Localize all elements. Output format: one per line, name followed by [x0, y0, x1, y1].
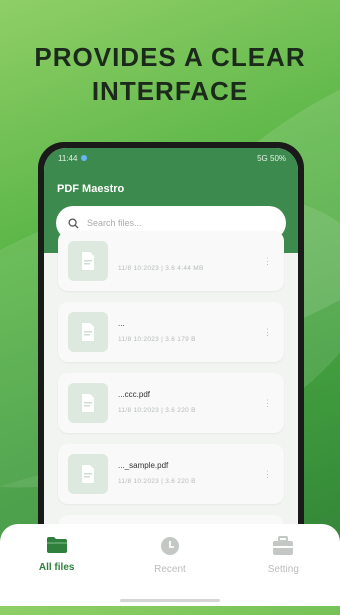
search-icon	[68, 217, 79, 229]
search-input[interactable]	[85, 217, 239, 229]
file-thumbnail	[68, 241, 108, 281]
more-options-icon[interactable]: ⋮	[263, 328, 272, 337]
file-card[interactable]: ...ccc.pdf 11/8 10:2023 | 3.6 220 B ⋮	[58, 373, 284, 433]
tab-label: All files	[38, 562, 75, 573]
document-icon	[82, 465, 94, 483]
file-thumbnail	[68, 383, 108, 423]
headline-line-1: PROVIDES A CLEAR	[34, 42, 306, 72]
document-icon	[82, 323, 94, 341]
tab-label: Setting	[267, 564, 299, 575]
tab-all-files[interactable]: All files	[0, 524, 113, 606]
toolbox-icon	[273, 536, 294, 555]
file-meta: 11/8 10:2023 | 3.6 179 B	[118, 336, 196, 343]
file-name: ...ccc.pdf	[118, 390, 151, 399]
tab-setting[interactable]: Setting	[227, 524, 340, 606]
document-icon	[82, 252, 94, 270]
tab-label: Recent	[154, 564, 186, 575]
app-title: PDF Maestro	[57, 183, 125, 195]
document-icon	[82, 394, 94, 412]
status-indicators: 5G 50%	[257, 153, 286, 163]
file-list[interactable]: 11/8 10:2023 | 3.6 4:44 MB ⋮ ... 11/8 10…	[52, 231, 290, 562]
more-options-icon[interactable]: ⋮	[263, 399, 272, 408]
status-time: 11:44	[58, 153, 78, 163]
phone-frame: 11:44 5G 50% PDF Maestro Search files...…	[38, 142, 304, 562]
bottom-tab-bar: All files Recent Setting	[0, 524, 340, 606]
notification-icon	[81, 155, 88, 161]
file-meta: 11/8 10:2023 | 3.6 4:44 MB	[118, 265, 204, 272]
folder-icon	[46, 537, 67, 553]
file-card[interactable]: 11/8 10:2023 | 3.6 4:44 MB ⋮	[58, 231, 284, 291]
file-card[interactable]: ..._sample.pdf 11/8 10:2023 | 3.6 220 B …	[58, 444, 284, 504]
file-name: ..._sample.pdf	[118, 461, 169, 470]
file-meta: 11/8 10:2023 | 3.6 220 B	[118, 407, 196, 414]
home-indicator	[120, 599, 220, 602]
clock-icon	[160, 537, 179, 555]
file-meta: 11/8 10:2023 | 3.6 220 B	[118, 478, 196, 485]
phone-screen: 11:44 5G 50% PDF Maestro Search files...…	[44, 148, 298, 562]
promo-headline: PROVIDES A CLEAR INTERFACE	[0, 40, 340, 108]
status-bar: 11:44 5G 50%	[44, 148, 298, 168]
file-thumbnail	[68, 312, 108, 352]
file-thumbnail	[68, 454, 108, 494]
more-options-icon[interactable]: ⋮	[263, 257, 272, 266]
headline-line-2: INTERFACE	[91, 76, 249, 106]
tab-recent[interactable]: Recent	[113, 524, 226, 606]
file-name: ...	[118, 319, 125, 328]
more-options-icon[interactable]: ⋮	[263, 470, 272, 479]
file-card[interactable]: ... 11/8 10:2023 | 3.6 179 B ⋮	[58, 302, 284, 362]
